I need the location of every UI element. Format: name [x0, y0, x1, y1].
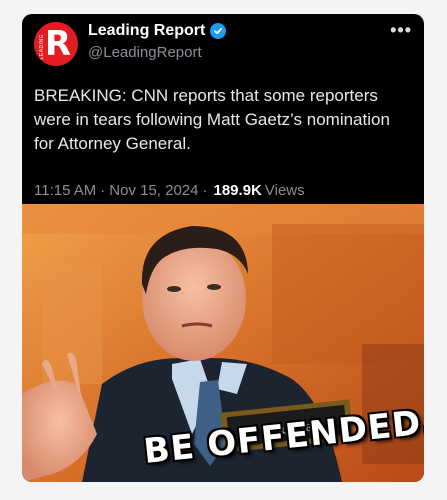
avatar-small-text: LEADING	[39, 34, 45, 60]
meta-separator-2: ·	[202, 182, 208, 199]
meta-separator: ·	[100, 182, 106, 199]
screenshot-frame: LEADING R Leading Report @LeadingReport …	[0, 0, 447, 500]
post-header: LEADING R Leading Report @LeadingReport …	[22, 14, 424, 84]
views-count: 189.9K	[213, 182, 262, 199]
views-label: Views	[264, 182, 305, 199]
avatar-logo-letter: R	[44, 24, 72, 64]
avatar[interactable]: LEADING R	[34, 22, 78, 66]
verified-badge-icon	[210, 23, 227, 39]
post-date[interactable]: Nov 15, 2024	[109, 182, 198, 199]
author-display-name[interactable]: Leading Report	[88, 22, 205, 40]
more-icon[interactable]: •••	[390, 20, 412, 41]
post-text: BREAKING: CNN reports that some reporter…	[34, 86, 390, 153]
post-meta: 11:15 AM · Nov 15, 2024 · 189.9K Views	[34, 182, 305, 199]
post-time[interactable]: 11:15 AM	[34, 182, 96, 199]
author-name-row: Leading Report	[88, 22, 227, 40]
author-handle[interactable]: @LeadingReport	[88, 44, 202, 61]
post-card[interactable]: LEADING R Leading Report @LeadingReport …	[22, 14, 424, 482]
